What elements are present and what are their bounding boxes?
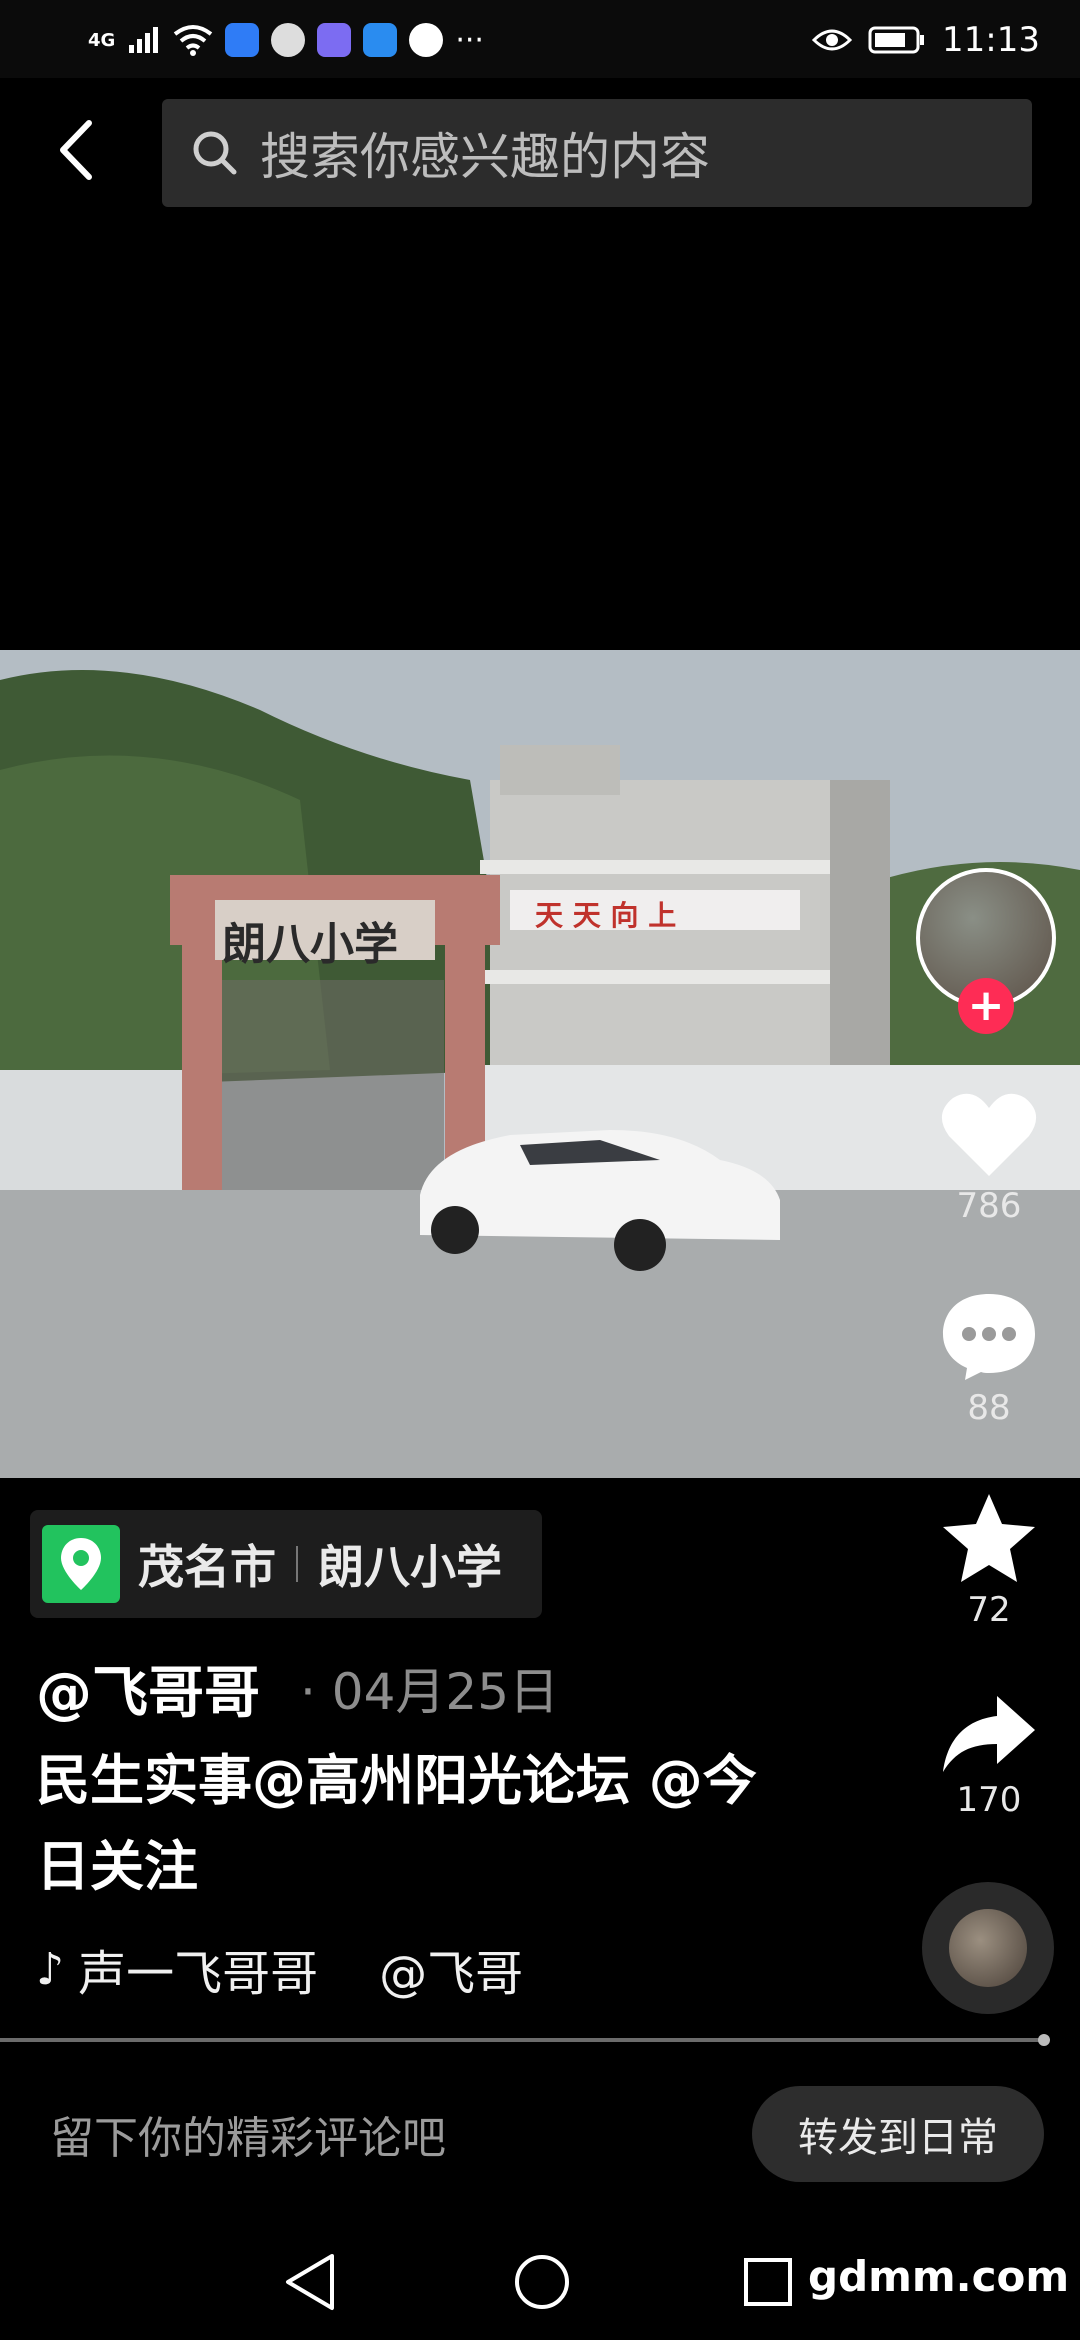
cloud-app-icon bbox=[363, 23, 398, 57]
wifi-icon bbox=[174, 25, 213, 56]
nav-home-icon[interactable] bbox=[512, 2252, 572, 2312]
search-icon bbox=[193, 131, 237, 175]
nav-back-icon[interactable] bbox=[282, 2252, 338, 2312]
network-type: 4G bbox=[88, 29, 116, 51]
favorite-button[interactable]: 72 bbox=[919, 1492, 1059, 1630]
post-date: · 04月25日 bbox=[300, 1663, 560, 1721]
forward-to-daily-button[interactable]: 转发到日常 bbox=[752, 2086, 1044, 2182]
location-pin-icon bbox=[42, 1525, 120, 1603]
favorite-count: 72 bbox=[967, 1590, 1011, 1630]
video-frame bbox=[0, 650, 1080, 1478]
status-bar: 4G ··· 11:13 bbox=[0, 0, 1080, 78]
comment-button[interactable]: 88 bbox=[919, 1290, 1059, 1428]
share-count: 170 bbox=[956, 1780, 1022, 1820]
location-place: 朗八小学 bbox=[318, 1540, 502, 1594]
more-notifications: ··· bbox=[455, 22, 484, 58]
author-avatar-button[interactable]: + bbox=[916, 868, 1056, 1034]
status-right: 11:13 bbox=[812, 18, 1040, 62]
search-input[interactable]: 搜索你感兴趣的内容 bbox=[162, 99, 1032, 207]
music-info[interactable]: ♪ 声一飞哥哥 @飞哥 bbox=[36, 1934, 523, 2004]
music-title: 声一飞哥哥 @飞哥 bbox=[78, 1946, 524, 2002]
follow-button[interactable]: + bbox=[958, 978, 1014, 1034]
building-banner-text: 天 天 向 上 bbox=[535, 899, 677, 932]
wechat-icon bbox=[409, 23, 444, 57]
star-icon bbox=[943, 1494, 1035, 1582]
video-progress-knob[interactable] bbox=[1038, 2034, 1050, 2046]
comment-bubble-icon bbox=[943, 1294, 1035, 1380]
chevron-left-icon bbox=[60, 120, 92, 180]
nav-recents-icon[interactable] bbox=[742, 2256, 794, 2308]
plus-icon: + bbox=[967, 980, 1005, 1031]
shield-app-icon bbox=[225, 23, 260, 57]
location-city: 茂名市 bbox=[138, 1540, 276, 1594]
like-count: 786 bbox=[956, 1186, 1022, 1226]
like-button[interactable]: 786 bbox=[919, 1090, 1059, 1226]
video-player[interactable]: 朗八小学 天 天 向 上 bbox=[0, 650, 1080, 1478]
music-note-icon: ♪ bbox=[36, 1943, 65, 1995]
author-name[interactable]: @飞哥哥 bbox=[36, 1648, 260, 1729]
location-chip[interactable]: 茂名市 朗八小学 bbox=[30, 1510, 542, 1618]
battery-icon bbox=[868, 26, 925, 54]
browser-app-icon bbox=[271, 23, 306, 57]
watermark-text: gdmm.com bbox=[808, 2252, 1070, 2301]
share-button[interactable]: 170 bbox=[919, 1692, 1059, 1820]
comment-input[interactable]: 留下你的精彩评论吧 bbox=[50, 2102, 446, 2166]
back-button[interactable] bbox=[40, 110, 110, 190]
music-app-icon bbox=[317, 23, 352, 57]
video-progress-bar[interactable] bbox=[0, 2038, 1045, 2042]
eye-comfort-icon bbox=[812, 29, 853, 51]
location-divider bbox=[296, 1546, 298, 1582]
search-placeholder: 搜索你感兴趣的内容 bbox=[260, 128, 710, 186]
comment-count: 88 bbox=[967, 1388, 1011, 1428]
music-disc-button[interactable] bbox=[922, 1882, 1054, 2014]
post-caption: 民生实事@高州阳光论坛 @今日关注 bbox=[36, 1749, 757, 1898]
clock: 11:13 bbox=[942, 20, 1040, 60]
share-arrow-icon bbox=[943, 1696, 1035, 1772]
signal-icon bbox=[129, 27, 159, 53]
gate-sign-text: 朗八小学 bbox=[222, 919, 398, 970]
heart-icon bbox=[941, 1093, 1037, 1176]
status-left: 4G ··· bbox=[88, 18, 484, 62]
music-disc-cover bbox=[949, 1909, 1027, 1987]
